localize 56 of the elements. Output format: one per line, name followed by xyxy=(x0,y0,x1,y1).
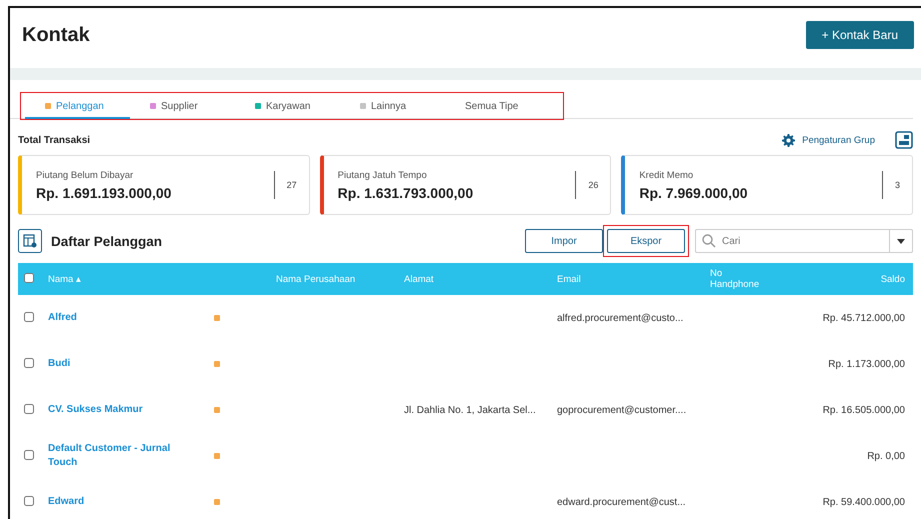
contact-link[interactable]: Budi xyxy=(48,357,173,371)
page-title: Kontak xyxy=(22,24,90,46)
table-cell: edward.procurement@cust... xyxy=(557,496,686,508)
column-header[interactable]: Email xyxy=(553,263,706,295)
select-all-checkbox[interactable] xyxy=(24,272,34,282)
table-settings-icon[interactable] xyxy=(18,229,42,253)
summary-card[interactable]: Piutang Jatuh Tempo Rp. 1.631.793.000,00 26 xyxy=(320,155,612,215)
table-cell: Rp. 0,00 xyxy=(867,450,905,462)
section-title: Total Transaksi xyxy=(18,134,92,146)
row-checkbox[interactable] xyxy=(24,358,34,368)
tab[interactable]: Lainnya xyxy=(340,93,445,119)
layout-icon[interactable] xyxy=(895,131,913,149)
card-label: Piutang Belum Dibayar xyxy=(36,170,134,180)
column-header[interactable]: Saldo xyxy=(774,263,913,295)
tab[interactable]: Karyawan xyxy=(235,93,340,119)
card-count: 3 xyxy=(895,180,900,190)
outline-button[interactable]: Impor xyxy=(525,229,603,253)
outline-button[interactable]: Ekspor xyxy=(607,229,685,253)
table-cell: Rp. 16.505.000,00 xyxy=(822,404,905,416)
row-checkbox[interactable] xyxy=(24,312,34,322)
table-cell: Rp. 1.173.000,00 xyxy=(828,358,905,370)
row-checkbox[interactable] xyxy=(24,450,34,460)
contact-link[interactable]: Edward xyxy=(48,495,173,509)
card-amount: Rp. 7.969.000,00 xyxy=(639,184,749,200)
group-settings-link[interactable]: Pengaturan Grup xyxy=(776,132,881,148)
column-header[interactable]: Alamat xyxy=(400,263,553,295)
new-contact-button[interactable]: + Kontak Baru xyxy=(806,21,914,49)
card-amount: Rp. 1.631.793.000,00 xyxy=(338,184,474,200)
contact-link[interactable]: CV. Sukses Makmur xyxy=(48,403,173,417)
search-icon xyxy=(702,234,716,248)
tab[interactable]: Pelanggan xyxy=(25,93,130,119)
table-cell: Rp. 59.400.000,00 xyxy=(822,496,905,508)
settings-icon xyxy=(782,134,796,146)
table-cell: Rp. 45.712.000,00 xyxy=(822,312,905,324)
card-label: Piutang Jatuh Tempo xyxy=(338,170,428,180)
card-count: 26 xyxy=(588,180,598,190)
tab[interactable]: Supplier xyxy=(130,93,235,119)
card-amount: Rp. 1.691.193.000,00 xyxy=(36,184,172,200)
column-header[interactable]: Nama Perusahaan xyxy=(272,263,400,295)
column-header[interactable]: No Handphone xyxy=(706,263,774,295)
caret-icon xyxy=(897,238,905,244)
tab[interactable]: Semua Tipe xyxy=(445,93,550,119)
table-cell: Jl. Dahlia No. 1, Jakarta Sel... xyxy=(404,404,536,416)
column-header[interactable]: Nama ▴ xyxy=(44,263,272,295)
summary-card[interactable]: Piutang Belum Dibayar Rp. 1.691.193.000,00 27 xyxy=(18,155,310,215)
row-checkbox[interactable] xyxy=(24,496,34,506)
table-cell: goprocurement@customer.... xyxy=(557,404,686,416)
card-count: 27 xyxy=(286,180,297,190)
list-title: Daftar Pelanggan xyxy=(51,234,162,248)
contact-link[interactable]: Default Customer - Jurnal Touch xyxy=(48,442,173,470)
contact-link[interactable]: Alfred xyxy=(48,311,173,325)
card-label: Kredit Memo xyxy=(639,170,694,180)
summary-card[interactable]: Kredit Memo Rp. 7.969.000,00 3 xyxy=(621,155,914,215)
table-cell: alfred.procurement@custo... xyxy=(557,312,684,324)
search-field[interactable]: Cari xyxy=(695,229,913,253)
row-checkbox[interactable] xyxy=(24,404,34,414)
